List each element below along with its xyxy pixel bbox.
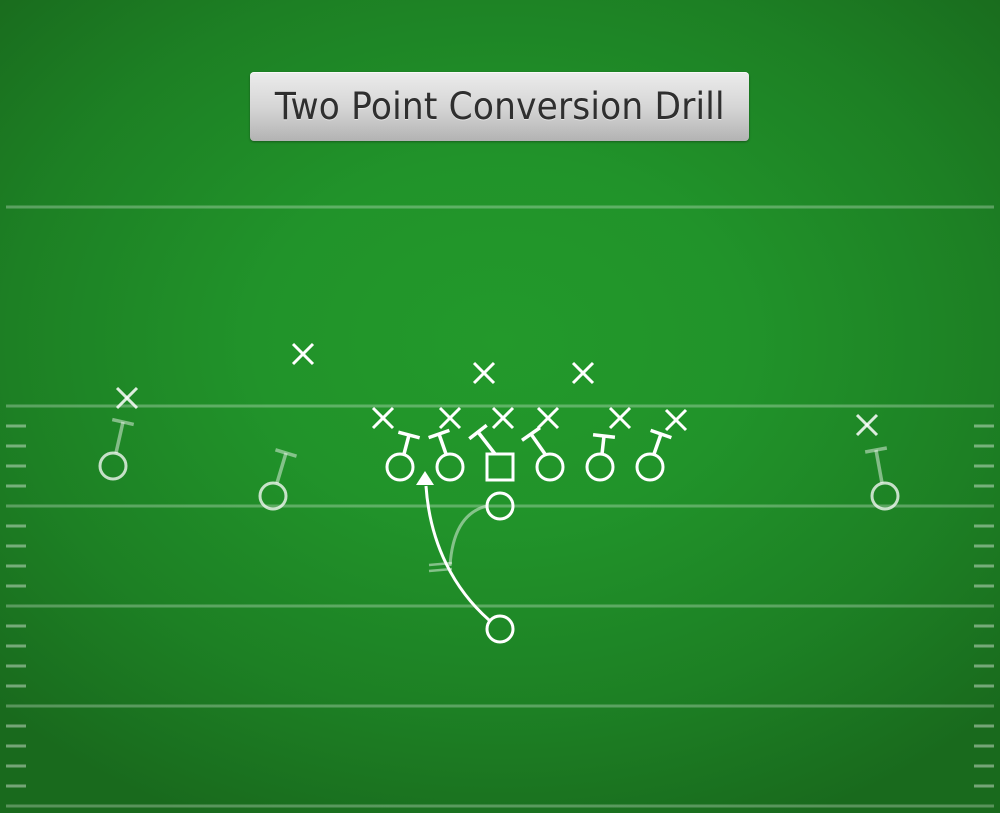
player-c bbox=[485, 452, 515, 482]
block-stem bbox=[652, 433, 663, 455]
football-field: Two Point Conversion Drill bbox=[0, 0, 1000, 813]
defender-x-icon bbox=[472, 361, 496, 385]
defender-x-icon bbox=[571, 361, 595, 385]
block-stem bbox=[402, 434, 411, 455]
qb-fake-end-bar bbox=[428, 561, 453, 567]
block-bar bbox=[111, 417, 135, 427]
title-banner: Two Point Conversion Drill bbox=[250, 72, 749, 141]
qb-fake-route bbox=[448, 504, 488, 567]
block-stem bbox=[275, 452, 288, 484]
block-stem bbox=[529, 432, 547, 456]
offense bbox=[98, 451, 900, 644]
defender-x-icon bbox=[536, 406, 560, 430]
yard-lines bbox=[6, 205, 994, 808]
blocks bbox=[111, 417, 888, 484]
block-stem bbox=[437, 433, 448, 455]
player-lg bbox=[435, 452, 465, 482]
player-wr-left bbox=[98, 451, 128, 481]
block-stem bbox=[874, 449, 884, 484]
block-stem bbox=[600, 435, 606, 455]
block-stem bbox=[476, 430, 497, 456]
block-bar bbox=[592, 433, 616, 439]
player-lt bbox=[385, 452, 415, 482]
block-bar bbox=[468, 423, 488, 441]
defender-x-icon bbox=[608, 406, 632, 430]
defender-x-icon bbox=[855, 413, 879, 437]
player-rg bbox=[535, 452, 565, 482]
player-te bbox=[635, 452, 665, 482]
block-stem bbox=[114, 421, 125, 454]
defender-x-icon bbox=[291, 342, 315, 366]
defense bbox=[115, 342, 879, 437]
block-bar bbox=[864, 446, 888, 454]
defender-x-icon bbox=[438, 406, 462, 430]
defender-x-icon bbox=[664, 408, 688, 432]
player-rt bbox=[585, 452, 615, 482]
arrow-head-icon bbox=[416, 471, 434, 485]
play-title: Two Point Conversion Drill bbox=[274, 85, 725, 128]
defender-x-icon bbox=[491, 406, 515, 430]
player-rb bbox=[485, 614, 515, 644]
routes bbox=[416, 471, 490, 622]
defender-x-icon bbox=[371, 406, 395, 430]
block-bar bbox=[520, 426, 542, 442]
